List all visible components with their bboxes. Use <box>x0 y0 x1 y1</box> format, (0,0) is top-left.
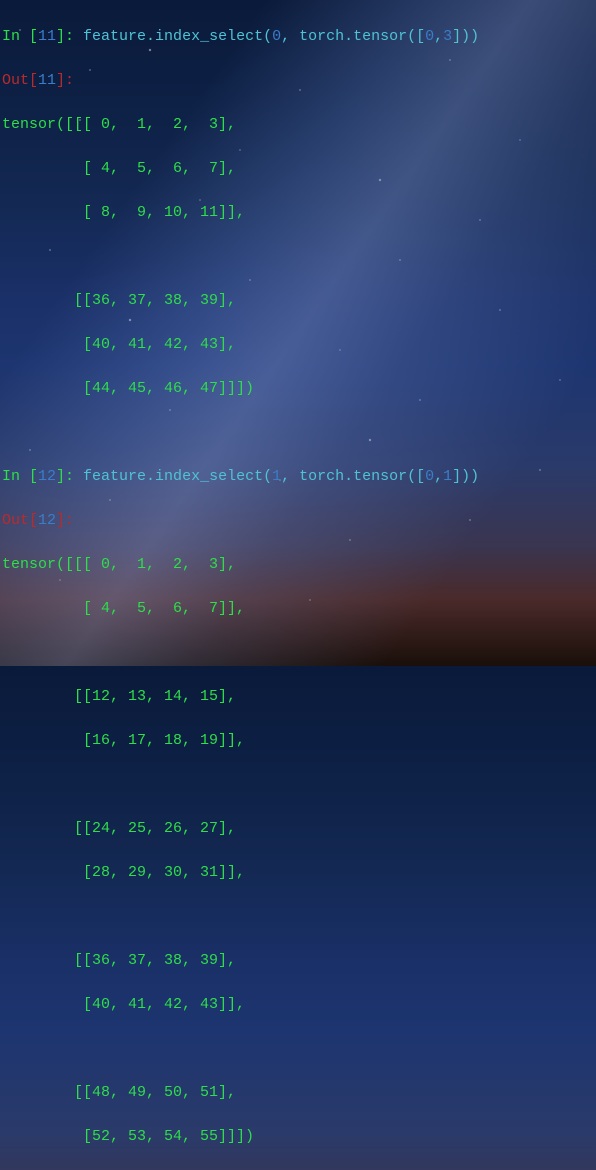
in-label-close: ]: <box>56 28 83 45</box>
output-line: [ 4, 5, 6, 7], <box>2 158 594 180</box>
code-text: feature.index_select( <box>83 468 272 485</box>
code-text: , torch.tensor([ <box>281 28 425 45</box>
cell-11-input[interactable]: In [11]: feature.index_select(0, torch.t… <box>2 26 594 48</box>
in-num: 12 <box>38 468 56 485</box>
code-text: , <box>434 28 443 45</box>
spacer <box>2 422 594 444</box>
num-literal: 0 <box>425 28 434 45</box>
output-line: [28, 29, 30, 31]], <box>2 862 594 884</box>
cell-12-input[interactable]: In [12]: feature.index_select(1, torch.t… <box>2 466 594 488</box>
in-label: In [ <box>2 468 38 485</box>
cell-12-out-label: Out[12]: <box>2 510 594 532</box>
num-literal: 0 <box>425 468 434 485</box>
output-line: tensor([[[ 0, 1, 2, 3], <box>2 554 594 576</box>
out-label: Out[ <box>2 72 38 89</box>
in-num: 11 <box>38 28 56 45</box>
out-label-close: ]: <box>56 512 74 529</box>
output-line: [40, 41, 42, 43]], <box>2 994 594 1016</box>
in-label-close: ]: <box>56 468 83 485</box>
code-text: feature.index_select( <box>83 28 272 45</box>
out-num: 11 <box>38 72 56 89</box>
code-text: , <box>434 468 443 485</box>
out-label-close: ]: <box>56 72 74 89</box>
num-literal: 0 <box>272 28 281 45</box>
output-line-blank <box>2 246 594 268</box>
output-line: [ 8, 9, 10, 11]], <box>2 202 594 224</box>
code-text: ])) <box>452 28 479 45</box>
cell-11-out-label: Out[11]: <box>2 70 594 92</box>
output-line: [52, 53, 54, 55]]]) <box>2 1126 594 1148</box>
output-line-blank <box>2 1038 594 1060</box>
num-literal: 3 <box>443 28 452 45</box>
num-literal: 1 <box>272 468 281 485</box>
num-literal: 1 <box>443 468 452 485</box>
output-line: [16, 17, 18, 19]], <box>2 730 594 752</box>
code-text: , torch.tensor([ <box>281 468 425 485</box>
output-line: [44, 45, 46, 47]]]) <box>2 378 594 400</box>
terminal-output: In [11]: feature.index_select(0, torch.t… <box>2 4 594 1170</box>
output-line: tensor([[[ 0, 1, 2, 3], <box>2 114 594 136</box>
output-line-blank <box>2 642 594 664</box>
output-line: [[24, 25, 26, 27], <box>2 818 594 840</box>
out-label: Out[ <box>2 512 38 529</box>
output-line: [[36, 37, 38, 39], <box>2 950 594 972</box>
output-line: [ 4, 5, 6, 7]], <box>2 598 594 620</box>
output-line: [[36, 37, 38, 39], <box>2 290 594 312</box>
in-label: In [ <box>2 28 38 45</box>
output-line: [[48, 49, 50, 51], <box>2 1082 594 1104</box>
output-line: [40, 41, 42, 43], <box>2 334 594 356</box>
out-num: 12 <box>38 512 56 529</box>
output-line-blank <box>2 906 594 928</box>
output-line: [[12, 13, 14, 15], <box>2 686 594 708</box>
output-line-blank <box>2 774 594 796</box>
code-text: ])) <box>452 468 479 485</box>
